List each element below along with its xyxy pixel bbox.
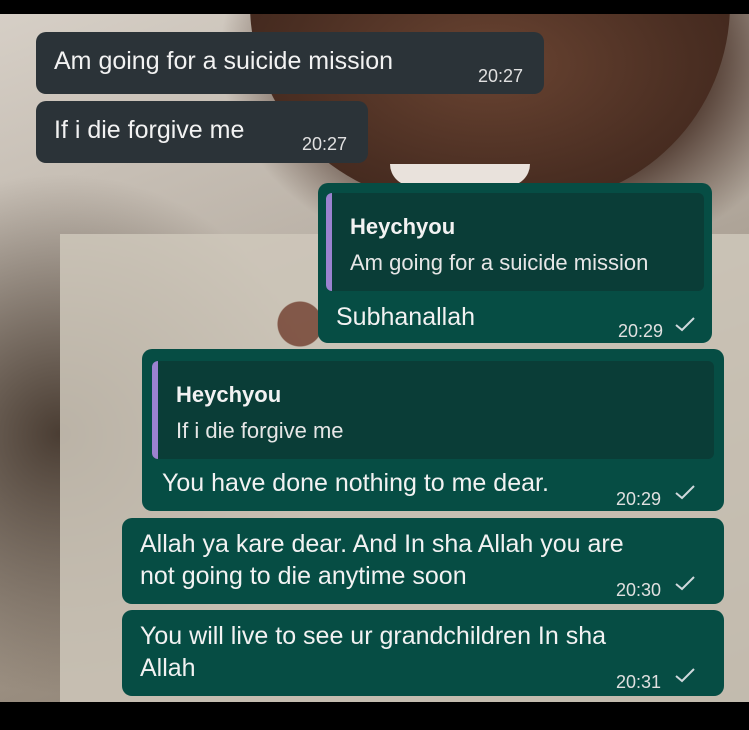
outgoing-message[interactable]: You will live to see ur grandchildren In…	[122, 610, 724, 696]
outgoing-message[interactable]: Heychyou Am going for a suicide mission …	[318, 183, 712, 343]
message-text-line: Allah	[140, 654, 196, 682]
message-text: You have done nothing to me dear.	[162, 469, 549, 497]
quote-text: Am going for a suicide mission	[350, 250, 649, 275]
quote-author: Heychyou	[176, 382, 282, 407]
bottom-black-bar	[0, 702, 749, 730]
quote-bar	[152, 361, 158, 459]
quote-bar	[326, 193, 332, 291]
message-time: 20:29	[618, 321, 664, 341]
quoted-message[interactable]: Heychyou Am going for a suicide mission	[326, 193, 704, 291]
incoming-message[interactable]: If i die forgive me 20:27	[36, 101, 368, 163]
message-text: Am going for a suicide mission	[54, 47, 394, 75]
check-icon	[675, 317, 695, 332]
outgoing-message[interactable]: Heychyou If i die forgive me You have do…	[142, 349, 724, 511]
message-time: 20:30	[616, 580, 662, 600]
incoming-message[interactable]: Am going for a suicide mission 20:27	[36, 32, 544, 94]
check-icon	[675, 668, 695, 683]
outgoing-message[interactable]: Allah ya kare dear. And In sha Allah you…	[122, 518, 724, 604]
message-time: 20:27	[478, 66, 524, 86]
quoted-message[interactable]: Heychyou If i die forgive me	[152, 361, 714, 459]
message-time: 20:27	[302, 134, 348, 154]
message-text-line: You will live to see ur grandchildren In…	[140, 622, 607, 650]
message-time: 20:29	[616, 489, 662, 509]
message-text-line: not going to die anytime soon	[140, 562, 467, 590]
message-text: Subhanallah	[336, 303, 476, 331]
message-time: 20:31	[616, 672, 662, 692]
check-icon	[675, 485, 695, 500]
message-text: If i die forgive me	[54, 116, 245, 144]
quote-author: Heychyou	[350, 214, 456, 239]
quote-text: If i die forgive me	[176, 418, 344, 443]
check-icon	[675, 576, 695, 591]
message-text-line: Allah ya kare dear. And In sha Allah you…	[140, 530, 624, 558]
